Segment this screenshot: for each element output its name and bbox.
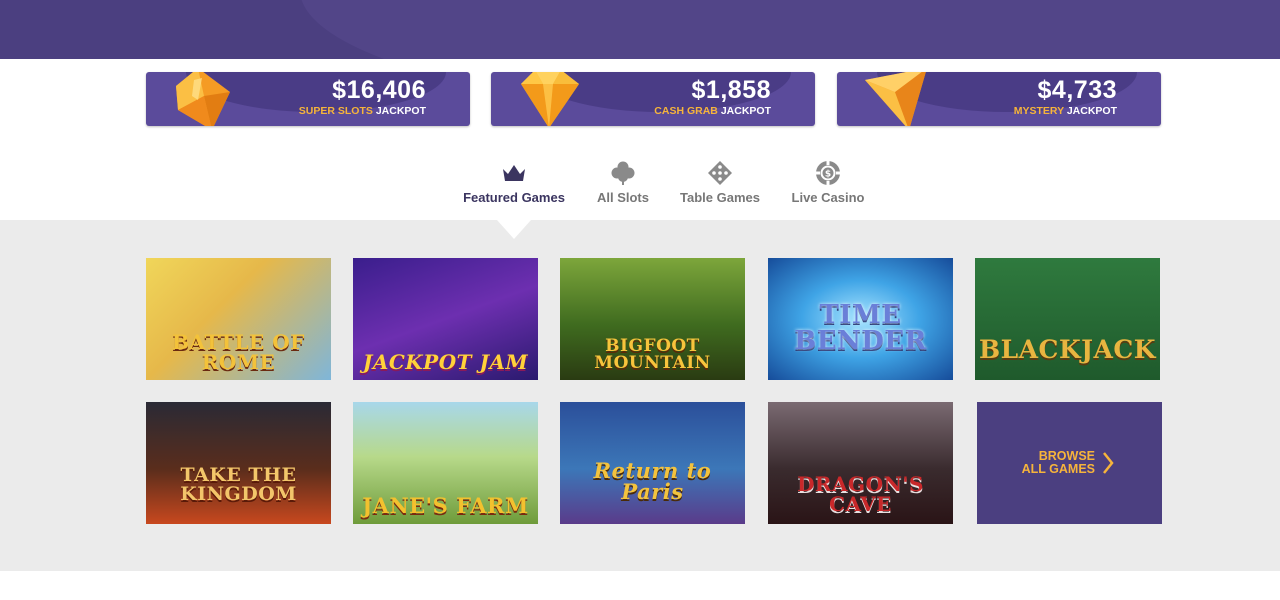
tab-label: Live Casino (791, 190, 865, 205)
clover-icon (611, 161, 635, 185)
game-category-tabs: Featured Games All Slots Table Games $ L… (0, 150, 1280, 220)
tab-featured-games[interactable]: Featured Games (461, 160, 567, 205)
jackpot-card-mystery[interactable]: $4,733 MYSTERY JACKPOT (837, 72, 1161, 126)
poker-chip-icon: $ (816, 161, 840, 185)
game-tile-battle-of-rome[interactable]: BATTLE OF ROME (146, 258, 331, 380)
tab-all-slots[interactable]: All Slots (595, 160, 651, 205)
orange-gem-icon (176, 72, 230, 126)
top-banner (0, 0, 1280, 59)
jackpot-label: CASH GRAB JACKPOT (654, 105, 771, 117)
browse-label-line2: ALL GAMES (1021, 462, 1095, 476)
jackpot-label-suffix: JACKPOT (720, 105, 771, 117)
banner-swoosh (300, 0, 1280, 59)
tab-live-casino[interactable]: $ Live Casino (790, 160, 866, 205)
game-tile-take-the-kingdom[interactable]: TAKE THE KINGDOM (146, 402, 331, 524)
jackpot-label-highlight: CASH GRAB (654, 105, 718, 117)
jackpot-label-highlight: SUPER SLOTS (298, 105, 373, 117)
jackpot-label-suffix: JACKPOT (1066, 105, 1117, 117)
jackpot-amount: $1,858 (691, 76, 771, 104)
jackpot-label-suffix: JACKPOT (375, 105, 426, 117)
tab-table-games[interactable]: Table Games (678, 160, 762, 205)
game-title: TAKE THE KINGDOM (180, 464, 297, 505)
svg-text:$: $ (825, 170, 831, 180)
active-tab-pointer (497, 220, 531, 239)
game-tile-bigfoot-mountain[interactable]: BIGFOOT MOUNTAIN (560, 258, 745, 380)
tab-label: Featured Games (463, 190, 565, 205)
game-title: BATTLE OF ROME (172, 330, 305, 374)
game-tile-dragons-cave[interactable]: DRAGON'S CAVE (768, 402, 953, 524)
tab-label: Table Games (680, 190, 760, 205)
game-title: JANE'S FARM (362, 493, 529, 518)
browse-label: BROWSE ALL GAMES (1021, 450, 1095, 476)
jackpot-card-super-slots[interactable]: $16,406 SUPER SLOTS JACKPOT (146, 72, 470, 126)
tab-label: All Slots (596, 190, 649, 205)
game-tile-blackjack[interactable]: BLACKJACK (975, 258, 1160, 380)
game-title: Return to Paris (593, 458, 712, 504)
game-tile-return-to-paris[interactable]: Return to Paris (560, 402, 745, 524)
jackpot-card-cash-grab[interactable]: $1,858 CASH GRAB JACKPOT (491, 72, 815, 126)
game-title: BLACKJACK (978, 335, 1157, 364)
orange-triangle-gem-icon (865, 72, 926, 126)
game-title: TIME BENDER (794, 300, 927, 356)
jackpot-amount: $16,406 (332, 76, 426, 104)
jackpot-label: SUPER SLOTS JACKPOT (299, 105, 426, 117)
game-title: DRAGON'S CAVE (797, 472, 924, 516)
browse-all-games-button[interactable]: BROWSE ALL GAMES (977, 402, 1162, 524)
chevron-right-icon (1103, 452, 1114, 474)
jackpot-label-highlight: MYSTERY (1013, 105, 1064, 117)
jackpot-amount: $4,733 (1037, 76, 1117, 104)
game-tile-jackpot-jam[interactable]: JACKPOT JAM (353, 258, 538, 380)
game-tile-time-bender[interactable]: TIME BENDER (768, 258, 953, 380)
game-title: JACKPOT JAM (362, 350, 529, 374)
crown-icon (503, 165, 525, 181)
game-tile-janes-farm[interactable]: JANE'S FARM (353, 402, 538, 524)
yellow-diamond-icon (521, 72, 579, 126)
jackpot-label: MYSTERY JACKPOT (1014, 105, 1117, 117)
dice-icon (708, 161, 732, 185)
game-title: BIGFOOT MOUNTAIN (594, 336, 711, 373)
